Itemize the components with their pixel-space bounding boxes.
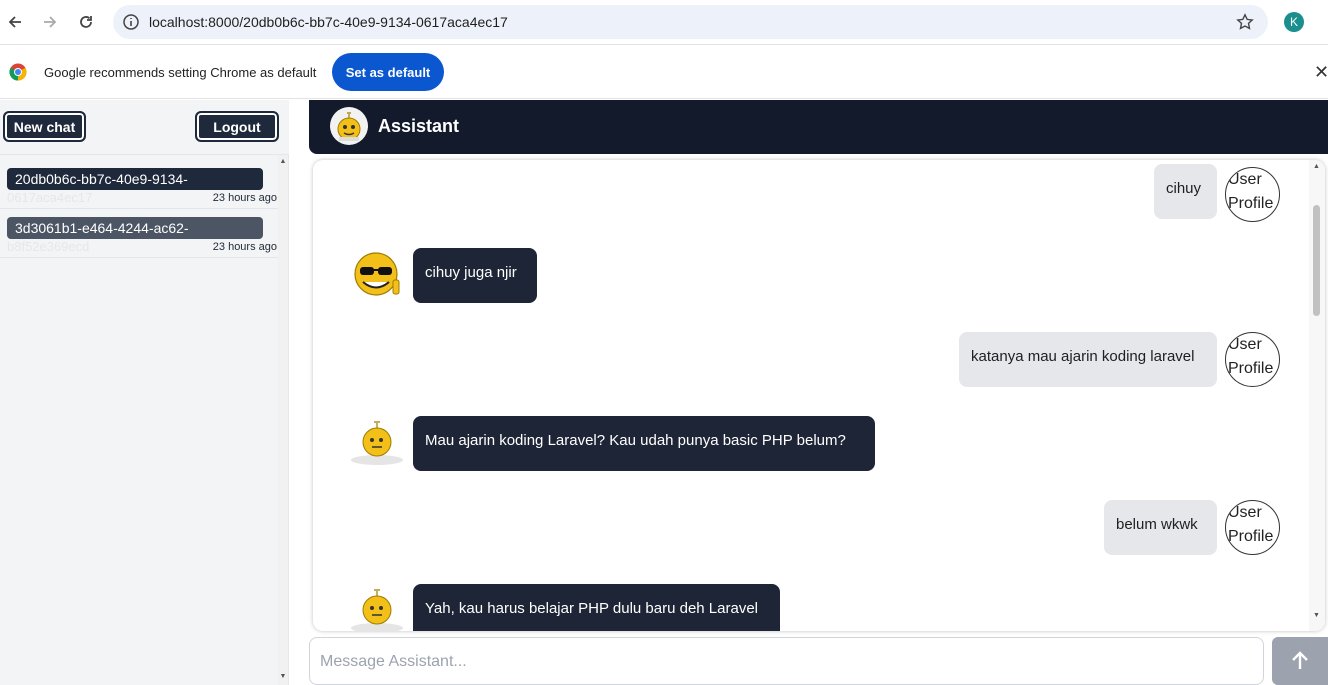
user-profile-image: User Profile <box>1225 500 1280 555</box>
default-browser-infobar: Google recommends setting Chrome as defa… <box>0 46 1328 99</box>
sidebar-actions: New chat Logout <box>0 100 289 155</box>
bookmark-star-icon[interactable] <box>1236 13 1254 31</box>
chat-header: Assistant <box>309 100 1328 154</box>
assistant-avatar <box>330 107 368 145</box>
logout-button[interactable]: Logout <box>195 111 279 142</box>
browser-toolbar: localhost:8000/20db0b6c-bb7c-40e9-9134-0… <box>0 0 1328 45</box>
thinking-smiley-icon <box>351 421 403 465</box>
reload-icon <box>80 16 92 28</box>
chat-id-overflow: b8f52e369ecd <box>7 239 90 254</box>
infobar-message: Google recommends setting Chrome as defa… <box>44 65 317 80</box>
url-text[interactable]: localhost:8000/20db0b6c-bb7c-40e9-9134-0… <box>149 14 508 30</box>
scroll-down-arrow-icon[interactable]: ▼ <box>1313 612 1320 619</box>
smiley-thinking-icon <box>337 112 361 141</box>
infobar-close-icon[interactable]: ✕ <box>1314 63 1328 81</box>
user-profile-image: User Profile <box>1225 332 1280 387</box>
profile-avatar[interactable]: K <box>1284 12 1304 32</box>
chat-id-label[interactable]: 20db0b6c-bb7c-40e9-9134- <box>7 168 263 190</box>
chat-history-list: 0617aca4ec17 20db0b6c-bb7c-40e9-9134- 23… <box>0 160 278 685</box>
assistant-message-bubble: Yah, kau harus belajar PHP dulu baru deh… <box>413 584 780 631</box>
arrow-up-icon <box>1292 651 1308 669</box>
assistant-title: Assistant <box>378 116 460 136</box>
chat-id-label[interactable]: 3d3061b1-e464-4244-ac62- <box>7 217 263 239</box>
user-profile-image: User Profile <box>1225 167 1280 222</box>
new-chat-button[interactable]: New chat <box>3 111 86 142</box>
user-message-bubble: cihuy <box>1154 164 1217 219</box>
sidebar: New chat Logout 0617aca4ec17 20db0b6c-bb… <box>0 100 289 685</box>
scrollbar-thumb[interactable] <box>1313 205 1320 316</box>
user-message-bubble: katanya mau ajarin koding laravel <box>959 332 1217 387</box>
sidebar-scrollbar[interactable]: ▲ ▼ <box>278 155 288 685</box>
forward-button[interactable] <box>36 8 64 36</box>
thinking-smiley-icon <box>351 589 403 631</box>
back-button[interactable] <box>1 8 29 36</box>
chat-timestamp: 23 hours ago <box>212 192 277 204</box>
message-scrollbar[interactable]: ▲ ▼ <box>1309 160 1325 631</box>
message-list: cihuy User Profile cihuy juga njir katan… <box>313 160 1325 631</box>
send-button[interactable] <box>1272 637 1328 685</box>
chrome-logo-icon <box>9 63 27 81</box>
forward-arrow-icon <box>44 16 57 28</box>
scroll-down-arrow-icon[interactable]: ▼ <box>279 673 287 681</box>
back-arrow-icon <box>8 16 21 28</box>
user-message-bubble: belum wkwk <box>1104 500 1217 555</box>
address-bar[interactable]: localhost:8000/20db0b6c-bb7c-40e9-9134-0… <box>113 5 1268 39</box>
chat-history-item[interactable]: b8f52e369ecd 3d3061b1-e464-4244-ac62- 23… <box>0 209 278 258</box>
reload-button[interactable] <box>72 8 100 36</box>
chat-timestamp: 23 hours ago <box>212 241 277 253</box>
message-input[interactable] <box>320 650 1250 674</box>
assistant-message-bubble: cihuy juga njir <box>413 248 537 303</box>
chat-id-overflow: 0617aca4ec17 <box>7 190 93 205</box>
scroll-up-arrow-icon[interactable]: ▲ <box>1313 163 1320 170</box>
assistant-message-bubble: Mau ajarin koding Laravel? Kau udah puny… <box>413 416 875 471</box>
cool-smiley-icon <box>354 252 400 296</box>
chat-history-item[interactable]: 0617aca4ec17 20db0b6c-bb7c-40e9-9134- 23… <box>0 160 278 209</box>
site-info-icon[interactable] <box>122 13 140 31</box>
scroll-up-arrow-icon[interactable]: ▲ <box>279 158 287 166</box>
message-composer <box>309 637 1264 685</box>
set-as-default-button[interactable]: Set as default <box>332 53 444 91</box>
